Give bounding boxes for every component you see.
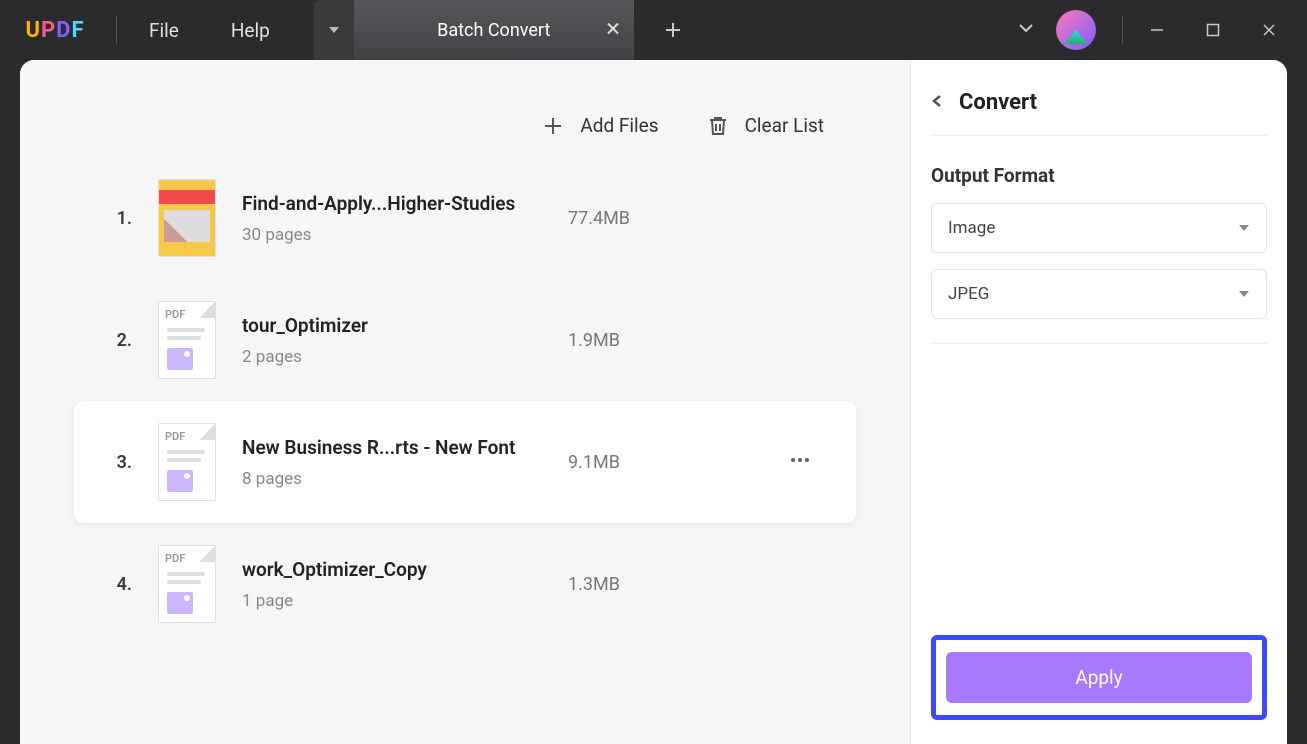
output-format-label: Output Format: [931, 164, 1267, 187]
row-index: 2.: [104, 330, 132, 351]
sidebar-title: Convert: [959, 90, 1037, 115]
window-close-button[interactable]: [1241, 10, 1297, 50]
file-pages: 8 pages: [242, 469, 542, 489]
file-name: Find-and-Apply...Higher-Studies: [242, 192, 542, 215]
tab-dropdown[interactable]: [314, 0, 354, 60]
menu-help[interactable]: Help: [205, 19, 296, 42]
output-format-select[interactable]: Image: [931, 203, 1267, 253]
file-size: 9.1MB: [568, 452, 728, 473]
plus-icon: [542, 115, 564, 137]
file-pages: 1 page: [242, 591, 542, 611]
close-tab-icon[interactable]: [606, 20, 620, 41]
file-thumbnail: [158, 423, 216, 501]
clear-list-label: Clear List: [745, 114, 824, 137]
file-row[interactable]: 4. work_Optimizer_Copy 1 page 1.3MB: [74, 523, 856, 645]
chevron-down-icon: [1238, 288, 1250, 300]
divider: [1122, 16, 1123, 44]
output-subformat-select[interactable]: JPEG: [931, 269, 1267, 319]
chevron-down-icon[interactable]: [1016, 18, 1036, 42]
file-row[interactable]: 1. Find-and-Apply...Higher-Studies 30 page…: [74, 157, 856, 279]
file-thumbnail: [158, 301, 216, 379]
file-pages: 30 pages: [242, 225, 542, 245]
output-subformat-value: JPEG: [948, 284, 989, 304]
tab-batch-convert[interactable]: Batch Convert: [354, 0, 634, 60]
app-logo: UPDF: [0, 18, 110, 43]
chevron-down-icon: [1238, 222, 1250, 234]
apply-highlight: Apply: [931, 635, 1267, 720]
row-index: 1.: [104, 208, 132, 229]
file-row[interactable]: 2. tour_Optimizer 2 pages 1.9MB: [74, 279, 856, 401]
divider: [931, 343, 1267, 344]
window-maximize-button[interactable]: [1185, 10, 1241, 50]
window-minimize-button[interactable]: [1129, 10, 1185, 50]
file-size: 77.4MB: [568, 208, 728, 229]
tab-title: Batch Convert: [437, 20, 550, 41]
back-button[interactable]: [931, 93, 945, 112]
row-index: 3.: [104, 452, 132, 473]
file-size: 1.9MB: [568, 330, 728, 351]
output-format-value: Image: [948, 218, 995, 238]
file-name: tour_Optimizer: [242, 314, 542, 337]
trash-icon: [707, 115, 729, 137]
file-size: 1.3MB: [568, 574, 728, 595]
file-row[interactable]: 3. New Business R...rts - New Font 8 pages…: [74, 401, 856, 523]
apply-button[interactable]: Apply: [946, 652, 1252, 703]
file-name: work_Optimizer_Copy: [242, 558, 542, 581]
add-tab-button[interactable]: [652, 0, 694, 60]
user-avatar[interactable]: [1056, 10, 1096, 50]
add-files-button[interactable]: Add Files: [542, 114, 658, 137]
divider: [116, 16, 117, 44]
clear-list-button[interactable]: Clear List: [707, 114, 824, 137]
file-pages: 2 pages: [242, 347, 542, 367]
more-options-button[interactable]: [788, 448, 826, 476]
row-index: 4.: [104, 574, 132, 595]
file-thumbnail: [158, 545, 216, 623]
menu-file[interactable]: File: [123, 19, 205, 42]
add-files-label: Add Files: [580, 114, 658, 137]
file-thumbnail: [158, 179, 216, 257]
file-name: New Business R...rts - New Font: [242, 436, 542, 459]
